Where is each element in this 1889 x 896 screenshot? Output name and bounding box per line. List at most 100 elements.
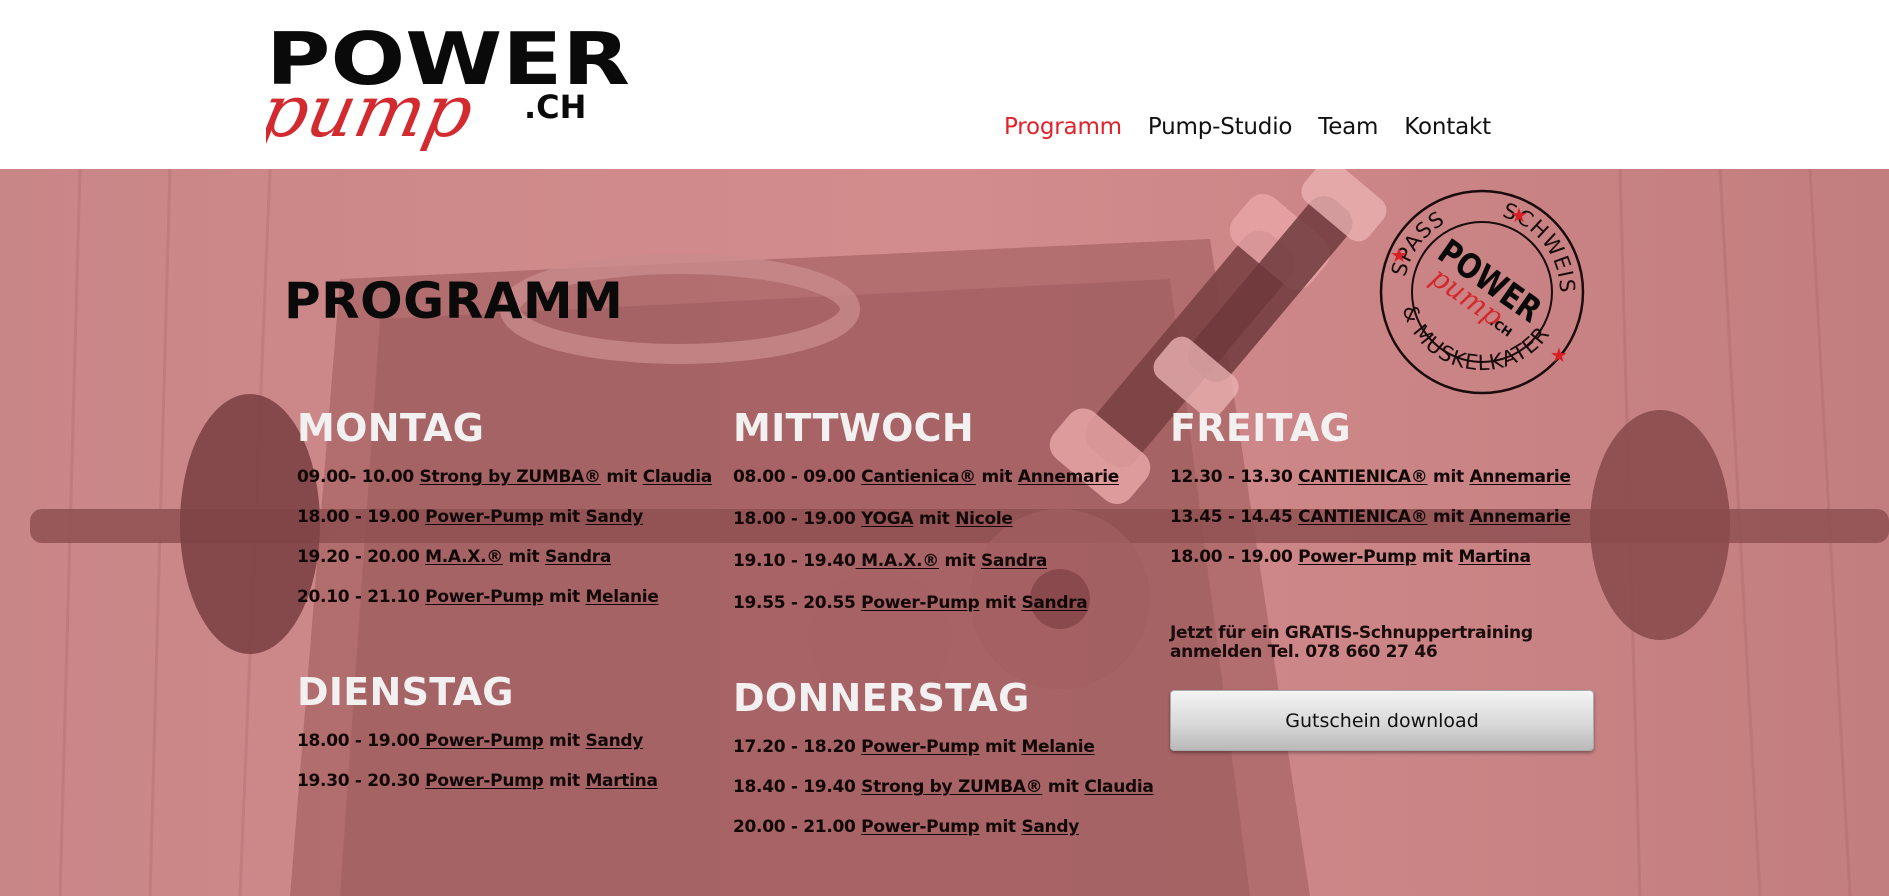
class-time: 19.20 - 20.00 [297,547,426,567]
trainer-link[interactable]: Annemarie [1018,467,1119,487]
mit-label: mit [913,509,956,529]
class-time: 12.30 - 13.30 [1170,467,1299,487]
class-list: 12.30 - 13.30 CANTIENICA® mit Annemarie … [1170,467,1590,587]
nav-item-pump-studio[interactable]: Pump-Studio [1148,114,1293,140]
spass-schweiss-badge: SPASS SCHWEISS & MUSKELKATER ★ ★ ★ POWER… [1378,188,1586,396]
mit-label: mit [979,593,1022,613]
trainer-link[interactable]: Melanie [1021,737,1094,757]
class-time: 20.10 - 21.10 [297,587,426,607]
class-entry: 12.30 - 13.30 CANTIENICA® mit Annemarie [1170,467,1590,507]
star-icon: ★ [1510,203,1528,227]
class-list: 08.00 - 09.00 Cantienica® mit Annemarie … [733,467,1153,635]
mit-label: mit [600,467,643,487]
class-time: 18.40 - 19.40 [733,777,862,797]
course-link[interactable]: Power-Pump [425,507,544,527]
course-link[interactable]: CANTIENICA® [1298,507,1428,527]
trainer-link[interactable]: Melanie [585,587,658,607]
course-link[interactable]: Power-Pump [861,737,980,757]
trainer-link[interactable]: Sandy [585,507,643,527]
course-link[interactable]: Strong by ZUMBA® [861,777,1042,797]
class-entry: 08.00 - 09.00 Cantienica® mit Annemarie [733,467,1153,509]
mit-label: mit [979,737,1022,757]
course-link[interactable]: Cantienica® [861,467,976,487]
class-entry: 19.55 - 20.55 Power-Pump mit Sandra [733,593,1153,635]
class-entry: 18.00 - 19.00 YOGA mit Nicole [733,509,1153,551]
course-link[interactable]: CANTIENICA® [1298,467,1428,487]
class-time: 20.00 - 21.00 [733,817,862,837]
badge-graphic: SPASS SCHWEISS & MUSKELKATER ★ ★ ★ POWER… [1378,188,1585,395]
mit-label: mit [502,547,545,567]
gutschein-download-button[interactable]: Gutschein download [1170,690,1594,751]
mit-label: mit [543,771,586,791]
nav-item-programm[interactable]: Programm [1004,114,1122,140]
class-list: 09.00- 10.00 Strong by ZUMBA® mit Claudi… [297,467,717,627]
mit-label: mit [938,551,981,571]
class-entry: 18.00 - 19.00 Power-Pump mit Martina [1170,547,1590,587]
trial-promo-text: Jetzt für ein GRATIS-Schnuppertraining a… [1170,624,1590,662]
trainer-link[interactable]: Sandra [1021,593,1087,613]
day-block-dienstag: DIENSTAG 18.00 - 19.00 Power-Pump mit Sa… [297,670,717,811]
class-entry: 20.00 - 21.00 Power-Pump mit Sandy [733,817,1153,857]
trainer-link[interactable]: Annemarie [1469,467,1570,487]
trainer-link[interactable]: Nicole [955,509,1013,529]
class-time: 19.30 - 20.30 [297,771,426,791]
day-heading: MONTAG [297,406,485,450]
nav-item-kontakt[interactable]: Kontakt [1404,114,1491,140]
course-link[interactable]: Power-Pump [861,593,980,613]
class-entry: 19.20 - 20.00 M.A.X.® mit Sandra [297,547,717,587]
mit-label: mit [975,467,1018,487]
day-block-mittwoch: MITTWOCH 08.00 - 09.00 Cantienica® mit A… [733,406,1153,635]
page-title: PROGRAMM [284,272,624,330]
programm-content: PROGRAMM SPASS SCHWEISS & MUSKELKATER [0,169,1889,896]
class-list: 18.00 - 19.00 Power-Pump mit Sandy 19.30… [297,731,717,811]
class-entry: 20.10 - 21.10 Power-Pump mit Melanie [297,587,717,627]
logo-word-pump: pump [266,70,481,154]
mit-label: mit [979,817,1022,837]
trainer-link[interactable]: Sandra [981,551,1047,571]
course-link[interactable]: Power-Pump [425,771,544,791]
logo-word-ch: .CH [524,88,586,126]
mit-label: mit [1416,547,1459,567]
main-nav: Programm Pump-Studio Team Kontakt [1004,114,1491,140]
star-icon: ★ [1550,343,1568,367]
mit-label: mit [543,731,586,751]
mit-label: mit [1427,467,1470,487]
trainer-link[interactable]: Claudia [1084,777,1154,797]
mit-label: mit [1042,777,1085,797]
trainer-link[interactable]: Sandra [545,547,611,567]
trainer-link[interactable]: Sandy [585,731,643,751]
course-link[interactable]: M.A.X.® [856,551,939,571]
class-entry: 19.30 - 20.30 Power-Pump mit Martina [297,771,717,811]
day-block-freitag: FREITAG 12.30 - 13.30 CANTIENICA® mit An… [1170,406,1590,587]
mit-label: mit [543,587,586,607]
class-entry: 13.45 - 14.45 CANTIENICA® mit Annemarie [1170,507,1590,547]
trainer-link[interactable]: Claudia [643,467,713,487]
class-time: 18.00 - 19.00 [297,507,426,527]
nav-item-team[interactable]: Team [1318,114,1378,140]
course-link[interactable]: Power-Pump [420,731,544,751]
class-time: 18.00 - 19.00 [1170,547,1299,567]
class-time: 08.00 - 09.00 [733,467,862,487]
class-time: 19.55 - 20.55 [733,593,862,613]
day-block-donnerstag: DONNERSTAG 17.20 - 18.20 Power-Pump mit … [733,676,1154,857]
mit-label: mit [543,507,586,527]
class-list: 17.20 - 18.20 Power-Pump mit Melanie 18.… [733,737,1154,857]
class-entry: 18.40 - 19.40 Strong by ZUMBA® mit Claud… [733,777,1154,817]
course-link[interactable]: M.A.X.® [425,547,503,567]
trainer-link[interactable]: Sandy [1021,817,1079,837]
trainer-link[interactable]: Martina [585,771,658,791]
class-time: 18.00 - 19.00 [297,731,420,751]
day-heading: DIENSTAG [297,670,514,714]
powerpump-logo[interactable]: POWER pump .CH [266,26,632,166]
site-header: POWER pump .CH Programm Pump-Studio Team… [0,0,1889,169]
course-link[interactable]: Power-Pump [861,817,980,837]
trainer-link[interactable]: Martina [1458,547,1531,567]
course-link[interactable]: Power-Pump [1298,547,1417,567]
star-icon: ★ [1390,243,1408,267]
trainer-link[interactable]: Annemarie [1469,507,1570,527]
class-entry: 19.10 - 19.40 M.A.X.® mit Sandra [733,551,1153,593]
course-link[interactable]: Strong by ZUMBA® [420,467,601,487]
day-block-montag: MONTAG 09.00- 10.00 Strong by ZUMBA® mit… [297,406,717,627]
course-link[interactable]: Power-Pump [425,587,544,607]
course-link[interactable]: YOGA [861,509,913,529]
